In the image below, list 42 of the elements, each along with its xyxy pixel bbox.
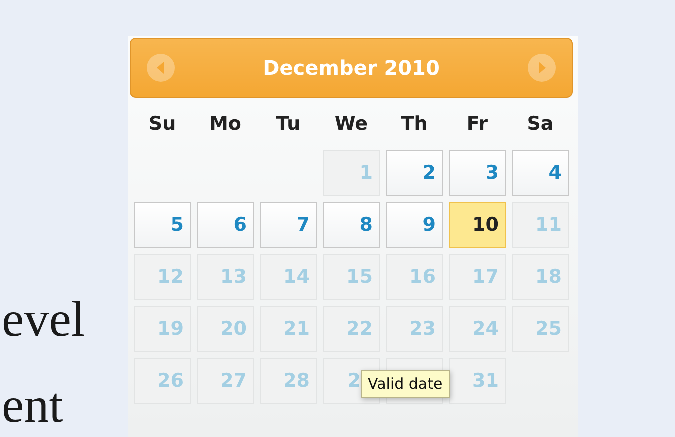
weekday-label: Mo [210, 112, 242, 136]
date-cell: 22 [323, 306, 380, 352]
date-cell: 17 [449, 254, 506, 300]
next-month-icon[interactable] [526, 53, 557, 83]
date-cell: 14 [260, 254, 317, 300]
weekday-label: Sa [527, 112, 554, 136]
date-cell[interactable]: 6 [197, 202, 254, 248]
date-cell: 15 [323, 254, 380, 300]
page-text: evel [2, 290, 86, 348]
date-cell[interactable]: 2 [386, 150, 443, 196]
date-cell: 18 [512, 254, 569, 300]
date-cell: 13 [197, 254, 254, 300]
weekday-label: Th [401, 112, 428, 136]
date-cell[interactable]: 4 [512, 150, 569, 196]
weekday-label: Tu [276, 112, 301, 136]
date-cell: 21 [260, 306, 317, 352]
date-cell[interactable]: 8 [323, 202, 380, 248]
date-cell: 16 [386, 254, 443, 300]
date-cell: 20 [197, 306, 254, 352]
date-cell: 28 [260, 358, 317, 404]
date-cell[interactable]: 3 [449, 150, 506, 196]
date-cell: 31 [449, 358, 506, 404]
weekday-label: Fr [466, 112, 488, 136]
month-title: December 2010 [263, 56, 440, 80]
date-cell: 25 [512, 306, 569, 352]
date-cell: 11 [512, 202, 569, 248]
previous-month-icon[interactable] [146, 53, 176, 83]
date-cell[interactable]: 5 [134, 202, 191, 248]
page-text: ent [2, 376, 64, 434]
date-cell: 23 [386, 306, 443, 352]
tooltip: Valid date [361, 370, 450, 398]
date-cell: 26 [134, 358, 191, 404]
weekday-label: Su [148, 112, 176, 136]
date-cell: 24 [449, 306, 506, 352]
date-cell[interactable]: 10 [449, 202, 506, 248]
date-cell[interactable]: 7 [260, 202, 317, 248]
weekday-label: We [334, 112, 368, 136]
date-cell: 27 [197, 358, 254, 404]
date-cell[interactable]: 9 [386, 202, 443, 248]
date-cell: 19 [134, 306, 191, 352]
date-cell: 1 [323, 150, 380, 196]
date-cell: 12 [134, 254, 191, 300]
